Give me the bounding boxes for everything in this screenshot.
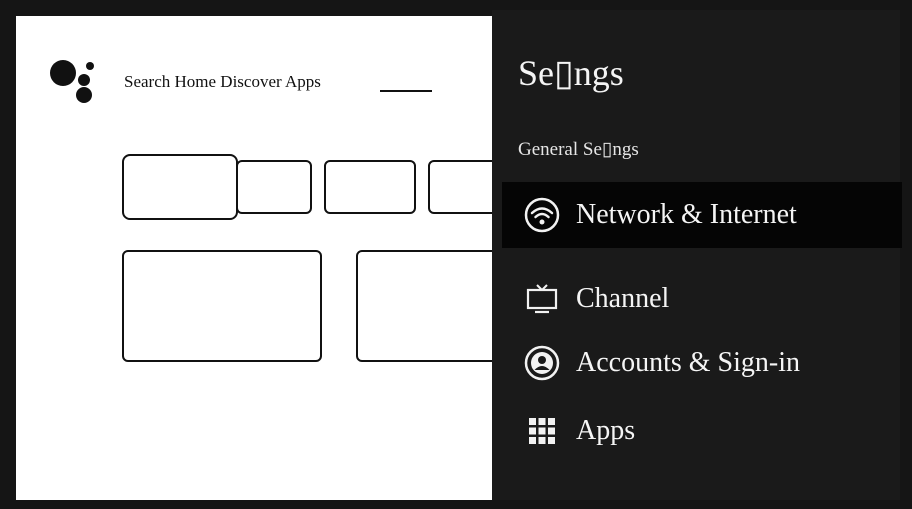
app-tile[interactable] <box>122 154 238 220</box>
menu-item-label: Network & Internet <box>576 199 797 230</box>
assistant-icon[interactable] <box>50 56 110 116</box>
menu-item-label: Apps <box>576 415 636 446</box>
nav-underline <box>380 90 432 92</box>
apps-grid-icon <box>524 413 560 449</box>
wifi-icon <box>524 197 560 233</box>
content-card[interactable] <box>356 250 492 362</box>
app-tile[interactable] <box>324 160 416 214</box>
tv-icon <box>524 281 560 317</box>
menu-item-network[interactable]: Network & Internet <box>502 182 902 248</box>
menu-item-accounts[interactable]: Accounts & Sign-in <box>502 330 902 396</box>
settings-panel: Se▯ngs General Se▯ngs Network & Internet… <box>492 10 902 500</box>
account-icon <box>524 345 560 381</box>
home-screen: Search Home Discover Apps <box>16 16 492 500</box>
section-title: General Se▯ngs <box>518 139 639 160</box>
menu-item-apps[interactable]: Apps <box>502 398 902 464</box>
menu-item-label: Accounts & Sign-in <box>576 347 800 378</box>
top-nav-text[interactable]: Search Home Discover Apps <box>124 72 321 92</box>
menu-item-label: Channel <box>576 283 670 314</box>
app-tile[interactable] <box>428 160 492 214</box>
app-tile[interactable] <box>236 160 312 214</box>
content-card[interactable] <box>122 250 322 362</box>
settings-title: Se▯ngs <box>518 53 624 93</box>
menu-item-channel[interactable]: Channel <box>502 266 902 332</box>
